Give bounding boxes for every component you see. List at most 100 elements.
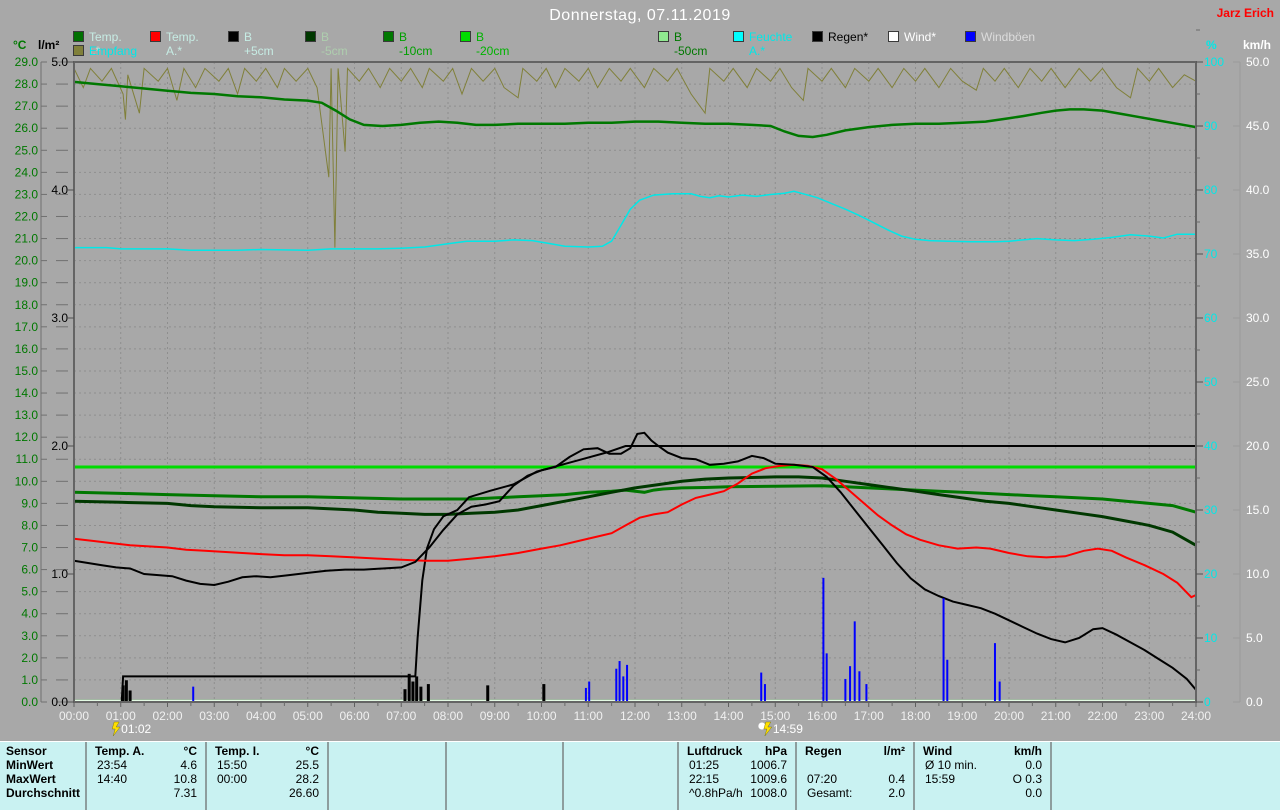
wind-axis-label: 10.0 [1246, 567, 1270, 581]
hour-label: 13:00 [667, 709, 697, 723]
temp-axis-label: 6.0 [21, 563, 38, 577]
table-cell-value: O 0.3 [1012, 772, 1042, 786]
table-cell-value: 0.0 [1025, 786, 1042, 800]
weather-station-day-view: Donnerstag, 07.11.2019 Jarz Erich °C l/m… [0, 0, 1280, 810]
hour-label: 21:00 [1041, 709, 1071, 723]
table-cell-value: 1009.6 [750, 772, 787, 786]
rain-bar [411, 681, 415, 702]
temp-axis-label: 29.0 [15, 55, 39, 69]
humidity-axis-label: 0 [1204, 695, 1211, 709]
hour-label: 12:00 [620, 709, 650, 723]
table-row-label: MinWert [6, 758, 54, 772]
temp-axis-label: 26.0 [15, 121, 39, 135]
hour-label: 24:00 [1181, 709, 1211, 723]
temp-axis-label: 12.0 [15, 430, 39, 444]
hour-label: 09:00 [480, 709, 510, 723]
hour-label: 02:00 [152, 709, 182, 723]
humidity-axis-label: 10 [1204, 631, 1218, 645]
gust-bar [822, 577, 825, 702]
grid [74, 62, 1196, 702]
humidity-axis-label: 50 [1204, 375, 1218, 389]
hour-label: 16:00 [807, 709, 837, 723]
wind-axis-label: 5.0 [1246, 631, 1263, 645]
temp-axis-label: 9.0 [21, 496, 38, 510]
wind-axis-label: 30.0 [1246, 311, 1270, 325]
gust-bar [858, 671, 861, 702]
gust-bar [615, 668, 618, 702]
table-divider [562, 742, 564, 810]
temp-axis-label: 22.0 [15, 209, 39, 223]
temp-axis-label: 17.0 [15, 320, 39, 334]
series-feuchte-a- [74, 190, 1196, 251]
wind-axis-label: 15.0 [1246, 503, 1270, 517]
hour-label: 14:00 [713, 709, 743, 723]
humidity-axis-label: 40 [1204, 439, 1218, 453]
hour-label: 18:00 [900, 709, 930, 723]
temp-axis-label: 3.0 [21, 629, 38, 643]
temp-axis-label: 0.0 [21, 695, 38, 709]
temp-axis-label: 25.0 [15, 143, 39, 157]
temp-axis-label: 7.0 [21, 541, 38, 555]
temp-axis-label: 28.0 [15, 77, 39, 91]
temp-axis-label: 5.0 [21, 585, 38, 599]
table-col-unit: °C [183, 744, 197, 758]
rain-bar [128, 690, 132, 702]
temp-axis-label: 18.0 [15, 298, 39, 312]
table-divider [327, 742, 329, 810]
table-cell-value: 26.60 [288, 786, 319, 800]
temp-axis-label: 20.0 [15, 254, 39, 268]
hour-label: 15:00 [760, 709, 790, 723]
temp-axis-label: 14.0 [15, 386, 39, 400]
hour-label: 23:00 [1134, 709, 1164, 723]
hour-label: 07:00 [386, 709, 416, 723]
table-row-label: Sensor [6, 744, 47, 758]
rain-bar [124, 680, 128, 702]
series-b-5cm [73, 431, 1197, 691]
hour-label: 06:00 [339, 709, 369, 723]
table-divider [1050, 742, 1052, 810]
humidity-axis-label: 60 [1204, 311, 1218, 325]
gust-bar [626, 664, 629, 702]
table-cell-value: 25.5 [295, 758, 319, 772]
table-cell-value: 2.0 [888, 786, 905, 800]
gust-bar [192, 686, 195, 702]
temp-axis-label: 21.0 [15, 232, 39, 246]
temp-axis-label: 2.0 [21, 651, 38, 665]
gust-bar [865, 684, 868, 702]
temp-axis-label: 24.0 [15, 165, 39, 179]
rain-axis-label: 3.0 [51, 311, 68, 325]
rain-bar [415, 676, 419, 702]
wind-axis-label: 35.0 [1246, 247, 1270, 261]
temp-axis-label: 1.0 [21, 673, 38, 687]
stats-table: Sensor MinWert MaxWert Durchschnitt Temp. A.… [0, 741, 1280, 810]
hour-label: 05:00 [293, 709, 323, 723]
gust-bar [760, 672, 763, 702]
temp-axis-label: 16.0 [15, 342, 39, 356]
rain-bar [542, 684, 546, 702]
table-row-label: Durchschnitt [6, 786, 81, 800]
table-cell-value: 7.31 [173, 786, 197, 800]
hour-label: 08:00 [433, 709, 463, 723]
humidity-axis-label: 100 [1204, 55, 1224, 69]
temp-axis-label: 4.0 [21, 607, 38, 621]
temp-axis-label: 27.0 [15, 99, 39, 113]
gust-bar [588, 681, 591, 702]
rain-bar [486, 685, 490, 702]
temp-axis-label: 11.0 [16, 452, 39, 466]
wind-axis-label: 40.0 [1246, 183, 1270, 197]
temp-axis-label: 8.0 [21, 518, 38, 532]
rain-axis-label: 0.0 [51, 695, 68, 709]
rain-axis-label: 5.0 [51, 55, 68, 69]
rain-axis-label: 4.0 [51, 183, 68, 197]
rain-bar [121, 685, 125, 702]
table-cell-value: 1006.7 [750, 758, 787, 772]
gust-bar [825, 653, 828, 702]
gust-bar [763, 684, 766, 702]
gust-bar [584, 687, 587, 702]
series-b-5cm [73, 475, 1197, 547]
hour-label: 17:00 [854, 709, 884, 723]
wind-axis-label: 20.0 [1246, 439, 1270, 453]
gust-bar [622, 676, 625, 702]
humidity-axis-label: 80 [1204, 183, 1218, 197]
table-cell-value: 0.4 [888, 772, 905, 786]
